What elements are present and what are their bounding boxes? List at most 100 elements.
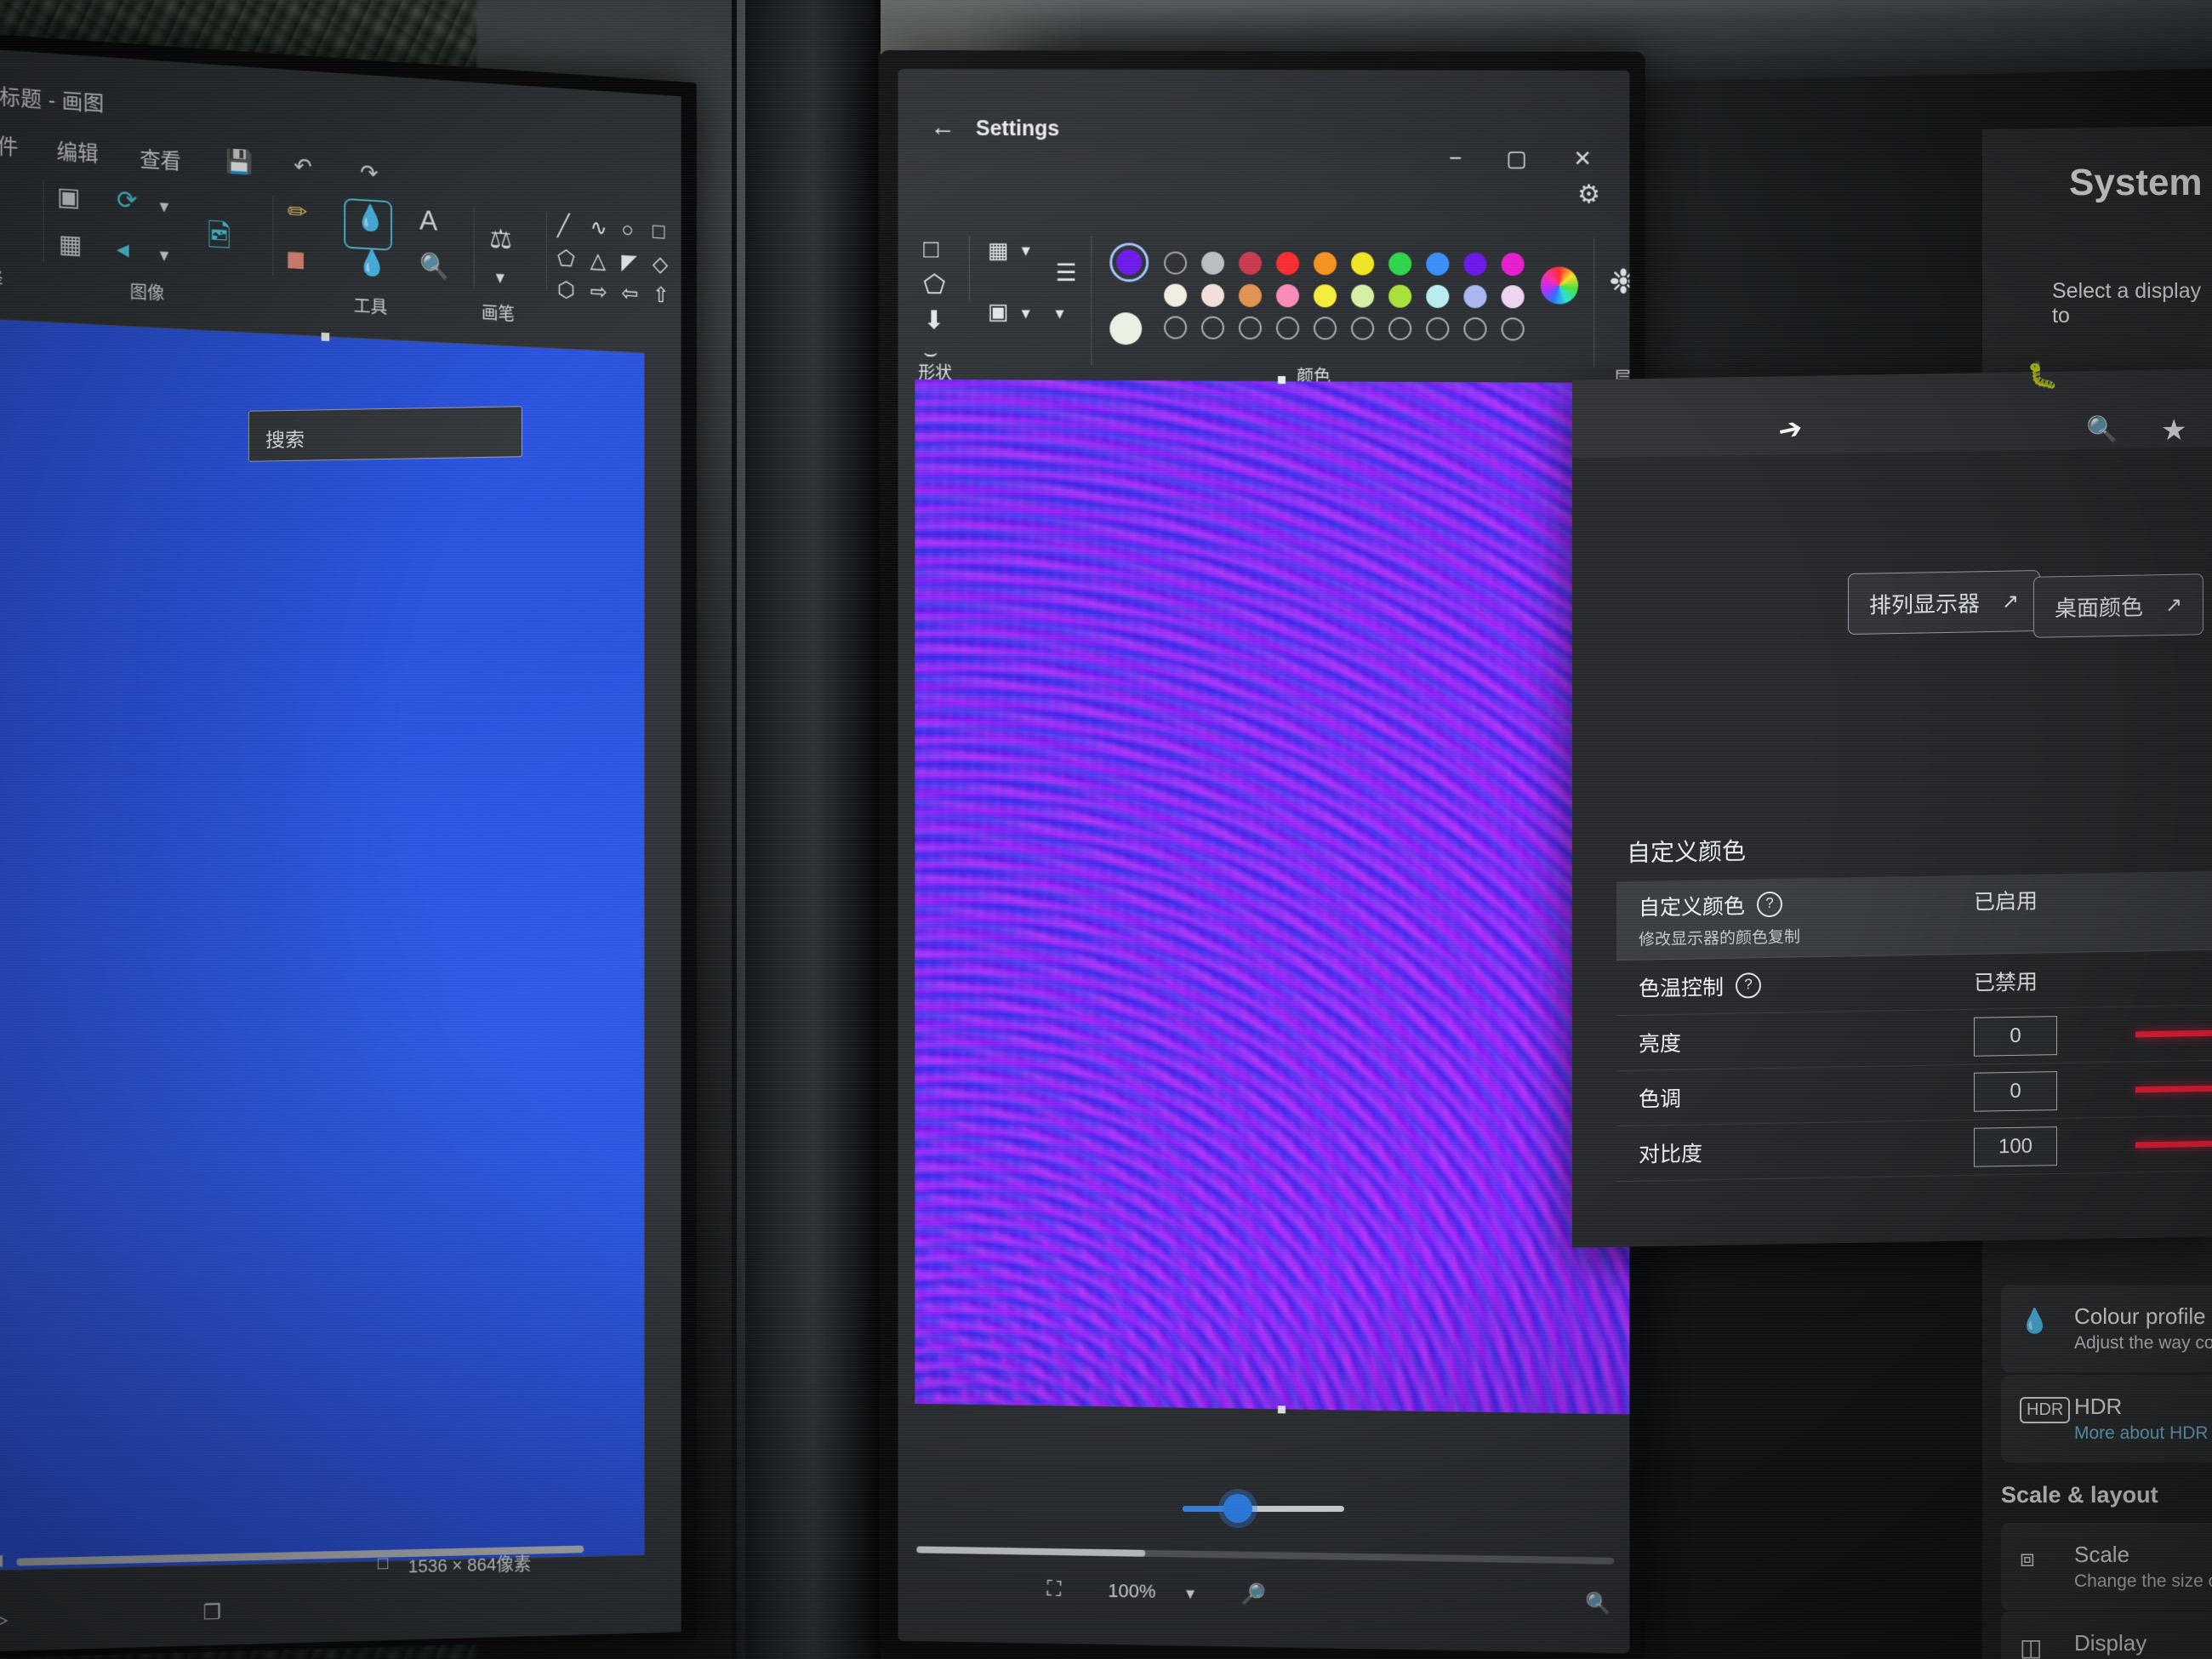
close-button[interactable]: ✕ xyxy=(1573,145,1592,172)
color-swatch-empty[interactable] xyxy=(1426,316,1450,341)
selected-color-swatch[interactable] xyxy=(1116,249,1143,276)
desktop-colour-button[interactable]: 桌面颜色 ↗ xyxy=(2033,573,2204,638)
settings-card-display-resolution[interactable]: ◫ Display resolution Adjust the resoluti… xyxy=(2001,1611,2212,1659)
color-swatch[interactable] xyxy=(1426,284,1450,308)
row-value-box[interactable]: 0 xyxy=(1974,1016,2057,1057)
fill-style-icon[interactable]: ▦ xyxy=(988,237,1008,263)
text-icon[interactable]: A xyxy=(419,204,437,237)
search-icon[interactable]: 🔍 xyxy=(2086,415,2118,446)
arrow-left-icon[interactable]: ⇦ xyxy=(621,280,638,305)
opacity-icon[interactable]: ▣ xyxy=(988,299,1008,324)
osd-row-brightness[interactable]: 亮度 0 xyxy=(1616,1005,2212,1072)
pentagon-icon[interactable]: ⬠ xyxy=(923,271,945,299)
row-slider[interactable] xyxy=(2135,1028,2212,1037)
help-icon[interactable]: ? xyxy=(1757,891,1783,918)
color-swatch[interactable] xyxy=(1239,251,1262,276)
color-swatch-empty[interactable] xyxy=(1164,316,1188,339)
hexagon-icon[interactable]: ⬡ xyxy=(557,276,575,302)
selection-marquee-icon[interactable]: ❐ xyxy=(203,1599,222,1625)
osd-row-hue[interactable]: 色调 0 xyxy=(1616,1060,2212,1127)
help-icon[interactable]: ? xyxy=(1736,972,1762,999)
rectangle-icon[interactable]: □ xyxy=(653,219,664,244)
bug-icon[interactable]: 🐛 xyxy=(2027,361,2058,391)
maximize-button[interactable]: ▢ xyxy=(1506,145,1527,172)
color-swatch[interactable] xyxy=(1351,284,1375,308)
paint-canvas-moire[interactable] xyxy=(915,379,1630,1415)
arrow-down-icon[interactable]: ⬇ xyxy=(923,306,944,334)
color-swatch[interactable] xyxy=(1314,284,1337,308)
zoom-level-text[interactable]: 100% xyxy=(1108,1580,1155,1603)
fit-to-window-icon[interactable]: ⛶ xyxy=(1047,1577,1062,1601)
rotate-right-icon[interactable]: ⟳ xyxy=(117,186,137,215)
color-swatch[interactable] xyxy=(1275,284,1300,308)
triangle-icon[interactable]: △ xyxy=(590,248,606,273)
color-swatch[interactable] xyxy=(1463,252,1487,276)
play-arrow-icon[interactable]: ▷ xyxy=(0,1606,9,1633)
curve-icon[interactable]: ∿ xyxy=(590,214,607,240)
color-swatch-empty[interactable] xyxy=(1314,316,1337,340)
minimize-button[interactable]: − xyxy=(1449,145,1462,172)
color-swatch-empty[interactable] xyxy=(1501,317,1525,341)
eyedropper-icon[interactable]: 💧 xyxy=(356,248,386,277)
gear-icon[interactable]: ⚙ xyxy=(1577,180,1600,209)
zoom-out-icon[interactable]: 🔎 xyxy=(1240,1582,1266,1607)
image-resize-icon[interactable]: 🖻 xyxy=(208,218,231,254)
menu-view[interactable]: 查看 xyxy=(140,143,180,176)
osd-row-custom-colour[interactable]: 自定义颜色 ? 修改显示器的颜色复制 已启用 xyxy=(1616,870,2212,961)
flip-icon[interactable]: ◂ xyxy=(117,235,129,264)
row-slider[interactable] xyxy=(2135,1083,2212,1092)
color-swatch[interactable] xyxy=(1201,283,1225,307)
canvas-handle[interactable] xyxy=(1277,1405,1286,1414)
layers-icon[interactable]: ❉ xyxy=(1609,264,1629,301)
color-swatch[interactable] xyxy=(1201,251,1225,275)
arrow-right-icon[interactable]: ⇨ xyxy=(590,278,607,304)
diamond-icon[interactable]: ◇ xyxy=(653,251,668,276)
canvas-handle[interactable] xyxy=(1277,376,1286,385)
line-icon[interactable]: ╱ xyxy=(557,213,569,238)
crop-icon[interactable]: ▣ xyxy=(57,182,81,211)
rectangle-icon[interactable]: □ xyxy=(923,236,938,264)
undo-icon[interactable]: ↶ xyxy=(294,153,312,180)
color-swatch[interactable] xyxy=(1388,284,1412,308)
settings-card-colour-profile[interactable]: 💧 Colour profile Adjust the way co xyxy=(2001,1285,2212,1372)
color-swatch[interactable] xyxy=(1239,283,1262,308)
back-arrow-icon[interactable]: ← xyxy=(930,113,955,142)
arrow-up-icon[interactable]: ⇧ xyxy=(653,282,670,308)
settings-card-hdr[interactable]: HDR HDR More about HDR xyxy=(2001,1375,2212,1462)
color-swatch[interactable] xyxy=(1351,252,1375,276)
canvas-handle[interactable] xyxy=(321,332,329,342)
row-value-box[interactable]: 100 xyxy=(1974,1126,2057,1167)
color-swatch-empty[interactable] xyxy=(1388,316,1412,340)
chevron-down-icon[interactable]: ▾ xyxy=(496,266,505,288)
color-swatch-empty[interactable] xyxy=(1239,316,1262,340)
color-swatch[interactable] xyxy=(1164,251,1188,275)
color-swatch[interactable] xyxy=(1314,252,1337,276)
save-icon[interactable]: 💾 xyxy=(225,147,253,175)
settings-card-scale[interactable]: ⧈ Scale Change the size of t xyxy=(2001,1523,2212,1611)
chevron-down-icon[interactable]: ▾ xyxy=(1186,1583,1194,1605)
color-swatch[interactable] xyxy=(1463,285,1487,309)
fill-bucket-icon[interactable]: 💧 xyxy=(356,204,385,233)
color-swatch[interactable] xyxy=(1164,283,1188,307)
redo-icon[interactable]: ↷ xyxy=(360,160,378,187)
card-subtitle-link[interactable]: More about HDR xyxy=(2074,1423,2212,1444)
color-swatch[interactable] xyxy=(1388,252,1412,276)
polygon-icon[interactable]: ⬠ xyxy=(557,246,575,271)
osd-row-contrast[interactable]: 对比度 100 xyxy=(1616,1115,2212,1183)
zoom-slider-knob[interactable] xyxy=(1223,1494,1252,1523)
color-swatch-empty[interactable] xyxy=(1201,316,1225,339)
resize-skew-icon[interactable]: ▦ xyxy=(59,230,83,259)
color-swatch-empty[interactable] xyxy=(1351,316,1375,340)
magnifier-icon[interactable]: 🔍 xyxy=(419,253,449,282)
line-thickness-icon[interactable]: ☰ xyxy=(1056,259,1077,286)
chevron-down-icon[interactable]: ▾ xyxy=(160,244,169,265)
color-swatch[interactable] xyxy=(1501,253,1525,276)
oval-icon[interactable]: ○ xyxy=(621,217,633,242)
chevron-down-icon[interactable]: ▾ xyxy=(1056,305,1064,323)
color-swatch-empty[interactable] xyxy=(1463,317,1487,341)
row-value-box[interactable]: 0 xyxy=(1974,1071,2057,1112)
color-swatch[interactable] xyxy=(1501,285,1525,309)
color-wheel-icon[interactable] xyxy=(1540,266,1579,305)
color-swatch[interactable] xyxy=(1426,252,1450,276)
chevron-down-icon[interactable]: ▾ xyxy=(1022,305,1030,323)
